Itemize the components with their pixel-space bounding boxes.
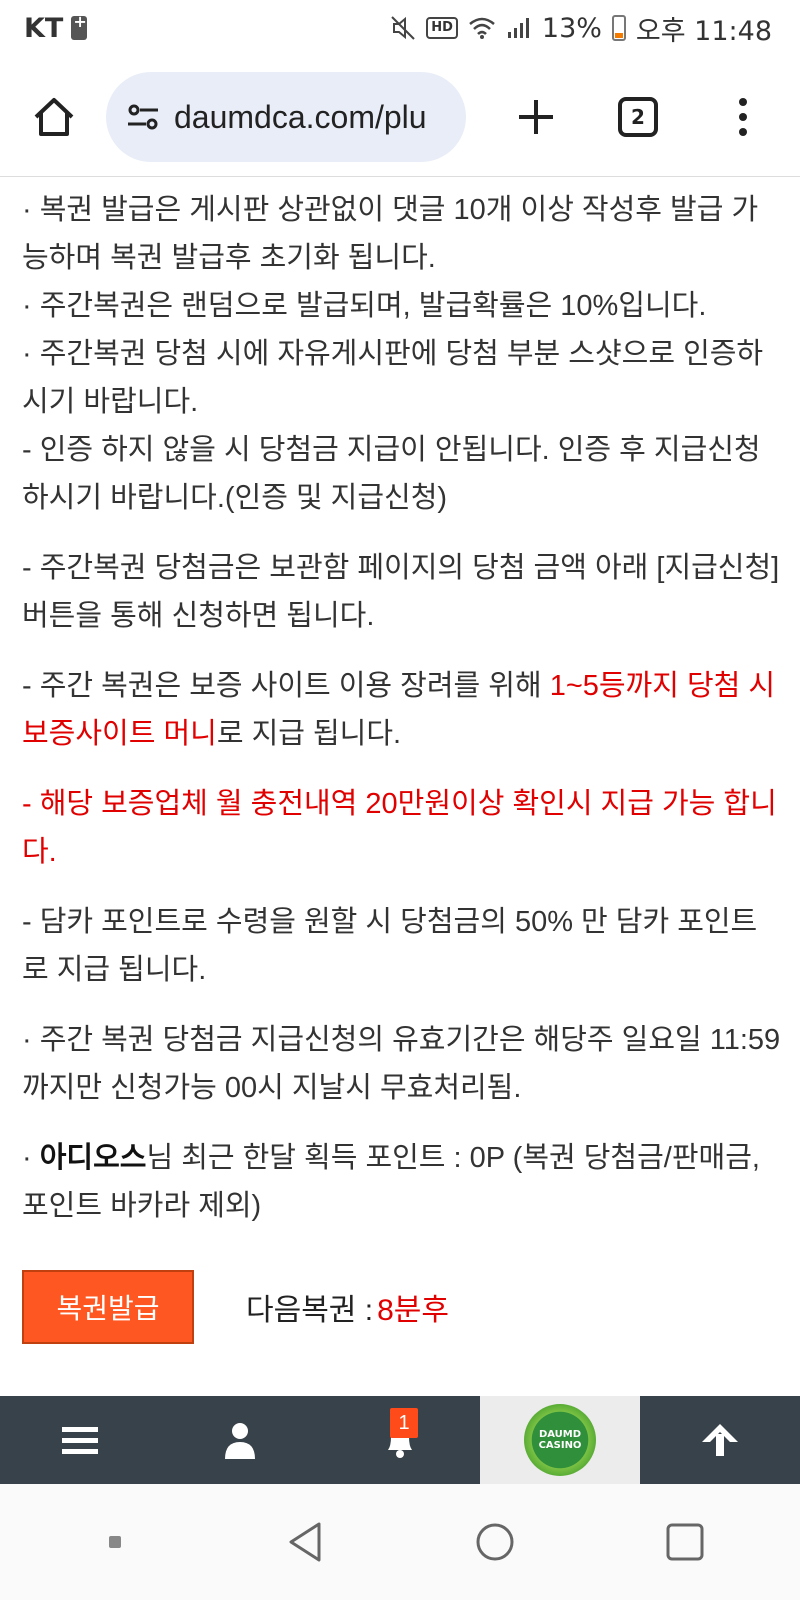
overview-button[interactable] <box>655 1512 715 1572</box>
wifi-icon <box>468 16 496 40</box>
mute-icon <box>390 15 416 41</box>
tab-switcher-button[interactable]: 2 <box>618 97 658 137</box>
hamburger-icon <box>62 1427 98 1454</box>
signal-icon <box>506 16 532 40</box>
user-bullet: · <box>22 1142 40 1174</box>
nav-profile-button[interactable] <box>160 1396 320 1484</box>
new-tab-button[interactable] <box>506 87 566 147</box>
notice-line: · 주간복권 당첨 시에 자유게시판에 당첨 부분 스샷으로 인증하시기 바랍니… <box>22 338 764 418</box>
nav-scroll-top-button[interactable] <box>640 1396 800 1484</box>
money-suffix: 로 지급 됩니다. <box>216 718 402 750</box>
next-lottery-label: 다음복권 : <box>246 1294 374 1327</box>
url-text: daumdca.com/plu <box>174 98 427 135</box>
money-prefix: - 주간 복권은 보증 사이트 이용 장려를 위해 <box>22 670 550 702</box>
back-triangle-icon <box>289 1522 321 1562</box>
back-button[interactable] <box>275 1512 335 1572</box>
more-vertical-icon <box>739 98 747 136</box>
address-bar[interactable]: daumdca.com/plu <box>106 72 466 162</box>
arrow-up-icon <box>702 1424 738 1456</box>
site-settings-icon[interactable] <box>126 102 160 132</box>
notice-line: · 주간복권은 랜덤으로 발급되며, 발급확률은 10%입니다. <box>22 290 707 322</box>
overview-square-icon <box>666 1523 704 1561</box>
toolbar-divider <box>0 176 800 177</box>
nav-menu-button[interactable] <box>0 1396 160 1484</box>
notice-line: - 인증 하지 않을 시 당첨금 지급이 안됩니다. 인증 후 지급신청 하시기… <box>22 434 761 514</box>
carrier-label: KT <box>24 12 64 44</box>
nav-logo-button[interactable]: DAUMD CASINO <box>480 1396 640 1484</box>
home-icon <box>34 98 74 136</box>
issue-lottery-button[interactable]: 복권발급 <box>22 1270 194 1344</box>
sim-icon <box>71 12 88 40</box>
square-dot-icon <box>109 1536 121 1548</box>
android-nav-bar <box>0 1484 800 1600</box>
home-nav-button[interactable] <box>465 1512 525 1572</box>
status-left: KT <box>24 12 88 44</box>
notice-line: · 복권 발급은 게시판 상관없이 댓글 10개 이상 작성후 발급 가능하며 … <box>22 194 759 274</box>
lottery-actions: 복권발급 다음복권 : 8분후 <box>22 1270 449 1344</box>
notice-validity-line: · 주간 복권 당첨금 지급신청의 유효기간은 해당주 일요일 11:59까지만… <box>22 1024 781 1104</box>
notification-badge: 1 <box>390 1408 418 1438</box>
site-bottom-nav: 1 DAUMD CASINO <box>0 1396 800 1484</box>
battery-icon <box>611 15 626 41</box>
home-circle-icon <box>476 1523 514 1561</box>
status-right: HD 13% 오후 11:48 <box>390 9 772 48</box>
lottery-notice: · 복권 발급은 게시판 상관없이 댓글 10개 이상 작성후 발급 가능하며 … <box>22 186 782 1230</box>
notice-money-line: - 주간 복권은 보증 사이트 이용 장려를 위해 1~5등까지 당첨 시 보증… <box>22 662 782 758</box>
user-points-line: · 아디오스님 최근 한달 획득 포인트 : 0P (복권 당첨금/판매금, 포… <box>22 1134 782 1230</box>
user-name: 아디오스 <box>39 1142 147 1174</box>
daumd-casino-logo: DAUMD CASINO <box>524 1404 596 1476</box>
home-button[interactable] <box>24 87 84 147</box>
clock: 오후 11:48 <box>635 15 772 47</box>
recents-dot-button[interactable] <box>85 1512 145 1572</box>
nav-notifications-button[interactable]: 1 <box>320 1396 480 1484</box>
browser-toolbar: daumdca.com/plu 2 <box>0 62 800 172</box>
browser-menu-button[interactable] <box>728 87 758 147</box>
notice-claim-line: - 주간복권 당첨금은 보관함 페이지의 당첨 금액 아래 [지급신청] 버튼을… <box>22 552 780 632</box>
status-bar: KT HD 13% 오후 11:48 <box>0 0 800 56</box>
hd-voice-icon: HD <box>426 17 458 39</box>
next-lottery-time: 8분후 <box>377 1294 449 1327</box>
notice-point-line: - 담카 포인트로 수령을 원할 시 당첨금의 50% 만 담카 포인트로 지급… <box>22 906 758 986</box>
user-icon <box>225 1423 255 1459</box>
plus-icon <box>519 100 553 134</box>
battery-percent: 13% <box>541 12 602 44</box>
notice-condition-line: - 해당 보증업체 월 충전내역 20만원이상 확인시 지급 가능 합니다. <box>22 788 777 868</box>
logo-text-top: DAUMD <box>538 1429 582 1440</box>
logo-text-bottom: CASINO <box>538 1440 582 1451</box>
